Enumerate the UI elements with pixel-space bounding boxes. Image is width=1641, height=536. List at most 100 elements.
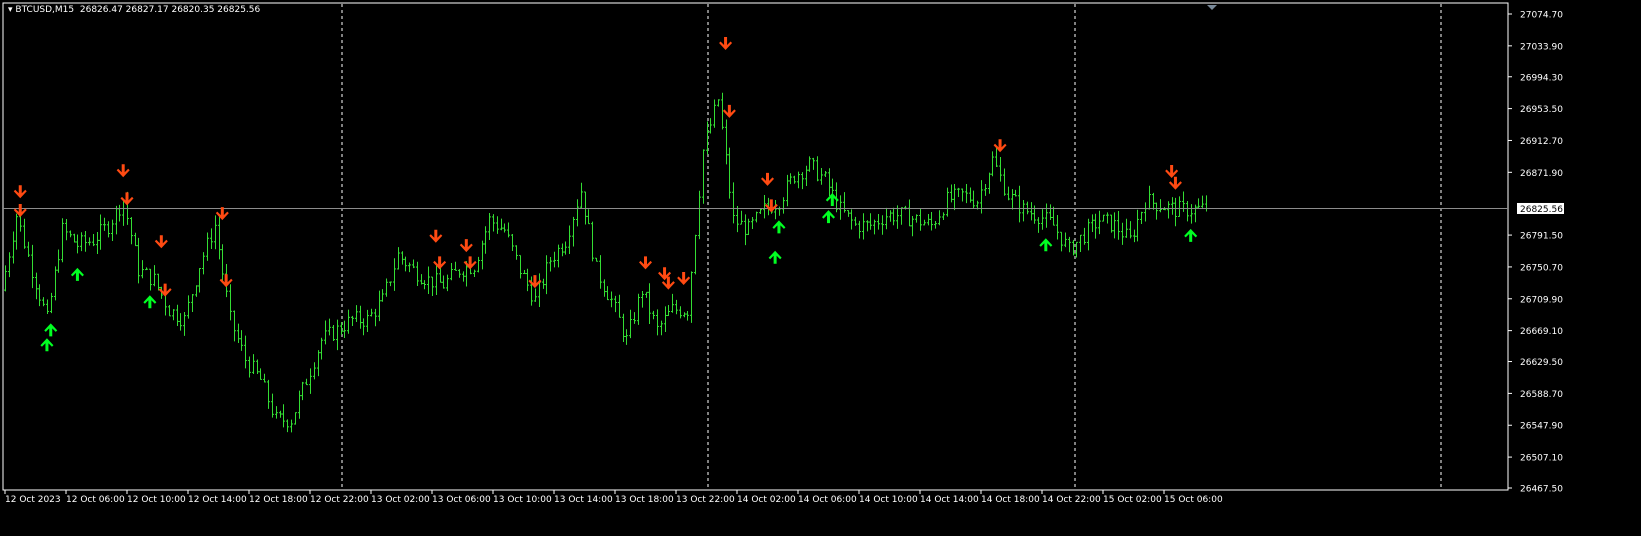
time-tick-label: 12 Oct 14:00 [188, 495, 247, 505]
ohlc-bar [309, 368, 312, 394]
ohlc-bar [732, 182, 735, 224]
ohlc-bar [728, 147, 731, 199]
price-tick-label: 26709.90 [1520, 295, 1563, 305]
ohlc-bar [713, 99, 716, 128]
ohlc-bar [999, 156, 1002, 182]
ohlc-bar [542, 278, 545, 289]
ohlc-bar [195, 285, 198, 297]
ohlc-bar [393, 258, 396, 291]
ohlc-bar [157, 273, 160, 291]
sell-arrow-icon [722, 104, 736, 118]
ohlc-bar [176, 304, 179, 326]
ohlc-bar [431, 276, 434, 297]
ohlc-bar [667, 304, 670, 316]
ohlc-bar [172, 309, 175, 321]
ohlc-bar [137, 237, 140, 284]
sell-arrow-icon [120, 192, 134, 206]
ohlc-bar [8, 252, 11, 278]
ohlc-bar [515, 245, 518, 260]
ohlc-bar [370, 308, 373, 317]
ohlc-bar [488, 212, 491, 240]
ohlc-bar [145, 267, 148, 271]
ohlc-bar [801, 172, 804, 190]
sell-arrow-icon [433, 256, 447, 270]
ohlc-bar [397, 247, 400, 270]
ohlc-bar [408, 262, 411, 273]
price-tick-label: 26912.70 [1520, 137, 1563, 147]
time-tick-label: 14 Oct 10:00 [859, 495, 918, 505]
price-chart[interactable]: 27074.70 27033.90 26994.30 26953.50 26912.70… [0, 0, 1641, 536]
ohlc-bar [1113, 212, 1116, 239]
ohlc-bar [1068, 236, 1071, 253]
ohlc-bar [683, 312, 686, 318]
ohlc-bar [92, 234, 95, 247]
ohlc-bar [1152, 192, 1155, 210]
buy-arrow-icon [822, 210, 835, 224]
ohlc-bar [869, 213, 872, 230]
chart-frame [2, 2, 1509, 491]
ohlc-bar [1186, 200, 1189, 222]
ohlc-bar [740, 210, 743, 225]
ohlc-bar [622, 313, 625, 342]
ohlc-bar [725, 119, 728, 165]
ohlc-bar [366, 309, 369, 332]
ohlc-bar [751, 216, 754, 229]
ohlc-bar [1144, 202, 1147, 222]
ohlc-bar [961, 188, 964, 202]
ohlc-bar [1121, 222, 1124, 245]
ohlc-bar [1194, 204, 1197, 223]
ohlc-bar [625, 329, 628, 345]
ohlc-bar [19, 215, 22, 232]
ohlc-bar [946, 187, 949, 217]
buy-arrow-icon [40, 338, 54, 352]
ohlc-bar [572, 216, 575, 247]
ohlc-bar [42, 297, 45, 307]
ohlc-bar [279, 410, 282, 418]
buy-arrow-icon [768, 250, 782, 264]
ohlc-bar [214, 215, 217, 250]
ohlc-bar [435, 264, 438, 296]
price-tick-label: 26629.50 [1520, 358, 1563, 368]
ohlc-bar [587, 209, 590, 225]
ohlc-bar [881, 215, 884, 235]
ohlc-bar [340, 322, 343, 335]
ohlc-bar [149, 268, 152, 291]
price-tick-label: 26467.50 [1520, 485, 1563, 495]
chart-shift-marker-icon[interactable] [1207, 5, 1217, 10]
buy-arrow-icon [44, 323, 58, 337]
ohlc-bar [317, 350, 320, 377]
ohlc-bar [1030, 202, 1033, 221]
ohlc-bar [442, 275, 445, 289]
ohlc-bar [873, 219, 876, 235]
time-tick-label: 13 Oct 14:00 [554, 495, 613, 505]
ohlc-bar [938, 210, 941, 226]
ohlc-bar [290, 419, 293, 433]
time-tick-label: 12 Oct 10:00 [127, 495, 186, 505]
ohlc-bar [969, 187, 972, 203]
ohlc-bar [454, 261, 457, 271]
ohlc-bar [324, 320, 327, 345]
ohlc-bar [362, 318, 365, 336]
ohlc-bar [275, 406, 278, 419]
ohlc-bar [690, 271, 693, 323]
ohlc-bar [1159, 199, 1162, 213]
ohlc-bar [591, 221, 594, 262]
ohlc-bar [462, 271, 465, 282]
ohlc-bar [27, 241, 30, 258]
ohlc-bar [763, 194, 766, 219]
ohlc-bar [900, 207, 903, 225]
ohlc-bar [1049, 204, 1052, 221]
ohlc-bar [1167, 201, 1170, 219]
buy-arrow-icon [70, 267, 84, 281]
ohlc-bar [1056, 215, 1059, 240]
ohlc-bar [744, 214, 747, 246]
sell-arrow-icon [463, 256, 477, 270]
sell-arrow-icon [429, 229, 443, 243]
ohlc-bar [580, 182, 583, 209]
ohlc-bar [404, 256, 407, 272]
price-tick-label: 26547.90 [1520, 422, 1563, 432]
buy-arrow-icon [1039, 238, 1053, 252]
ohlc-bar [1148, 185, 1151, 210]
ohlc-bar [355, 305, 358, 322]
ohlc-bar [168, 305, 171, 317]
